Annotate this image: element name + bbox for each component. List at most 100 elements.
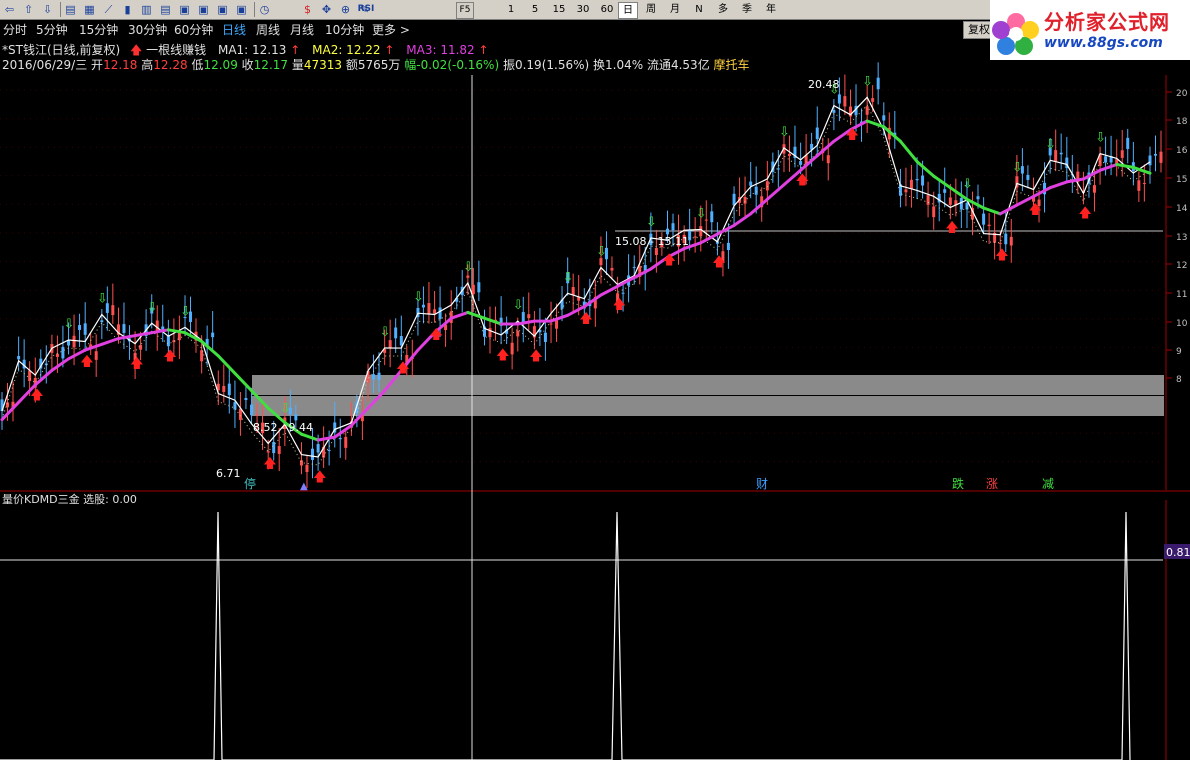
float-value: 流通4.53亿	[646, 58, 710, 72]
candle-body	[915, 178, 919, 181]
calendar-button-4[interactable]: 多	[714, 2, 732, 17]
f11-icon[interactable]: ▣	[196, 2, 211, 17]
sell-arrow-icon: ⇩	[596, 245, 607, 260]
candle-body	[726, 242, 730, 251]
candle-body	[133, 352, 137, 361]
ma-segment	[699, 232, 719, 245]
report-icon[interactable]: ▤	[63, 2, 78, 17]
calendar-button-0[interactable]: 日	[618, 2, 638, 19]
candle-body	[194, 331, 198, 341]
sell-arrow-icon: ⇩	[862, 74, 873, 89]
candle-body	[372, 374, 376, 380]
candle-body	[909, 179, 913, 189]
sub-panel-title: 量价KDMD三金 选股: 0.00	[2, 492, 137, 506]
logo-title: 分析家公式网	[1044, 10, 1170, 34]
period-tab-5[interactable]: 日线	[222, 23, 246, 37]
candle-body	[72, 335, 76, 348]
candle-body	[493, 319, 497, 323]
calendar-button-2[interactable]: 月	[666, 2, 684, 17]
candle-icon[interactable]: ▮	[120, 2, 135, 17]
axis-tick-label: 15	[1176, 175, 1187, 185]
candle-body	[83, 323, 87, 335]
grid-icon[interactable]: ▦	[82, 2, 97, 17]
ma-segment	[732, 212, 753, 227]
candle-body	[704, 219, 708, 221]
period-tab-1[interactable]: 5分钟	[36, 23, 68, 37]
ma-segment	[416, 331, 437, 352]
low-label: 低	[191, 58, 204, 72]
buy-arrow-icon: 🡅	[796, 173, 809, 188]
candle-body	[355, 402, 359, 414]
bars-icon[interactable]: ▥	[139, 2, 154, 17]
candle-body	[693, 236, 697, 238]
buy-arrow-icon: 🡅	[846, 128, 859, 143]
candle-body	[11, 401, 15, 410]
period-tab-8[interactable]: 10分钟	[325, 23, 364, 37]
minute-button-15[interactable]: 15	[550, 2, 568, 17]
candle-body	[310, 448, 314, 460]
ma-segment	[965, 197, 986, 210]
candle-body	[222, 385, 226, 392]
clock-icon[interactable]: ◷	[257, 2, 272, 17]
f12-icon[interactable]: ▣	[215, 2, 230, 17]
sell-arrow-icon: ⇩	[962, 177, 973, 192]
back-icon[interactable]: ⇦	[2, 2, 17, 17]
quote-line: 2016/06/29/三 开12.18 高12.28 低12.09 收12.17…	[2, 58, 750, 72]
ma-segment	[566, 305, 586, 317]
candle-body	[6, 402, 9, 408]
buy-arrow-icon: 🡅	[529, 349, 542, 364]
period-tab-6[interactable]: 周线	[256, 23, 280, 37]
candle-body	[721, 251, 725, 263]
minute-button-1[interactable]: 1	[502, 2, 520, 17]
price-chart[interactable]: 🡅 ⇩ 🡅 ⇩ 🡅 ⇩ 🡅 ⇩ 🡅 ⇩ 🡅 ⇩ 🡅 ⇩ 🡅 ⇩ 🡅 ⇩ 🡅 ⇩ 🡅 ⇩ 🡅 ⇩ 🡅 ⇩ 🡅 ⇩ 🡅 ⇩ 🡅 ⇩ 🡅 ⇩ 🡅 ⇩ 🡅 ⇩ 🡅 ⇩…	[0, 0, 1190, 760]
candle-body	[410, 358, 414, 360]
candle-body	[172, 340, 176, 343]
candle-body	[682, 234, 686, 243]
candle-body	[954, 200, 958, 206]
sell-arrow-icon: ⇩	[829, 83, 840, 98]
ma-segment	[882, 125, 902, 143]
ma-segment	[33, 368, 54, 387]
candle-body	[1059, 152, 1063, 155]
up-icon[interactable]: ⇧	[21, 2, 36, 17]
ma-segment	[283, 421, 303, 436]
move-icon[interactable]: ✥	[319, 2, 334, 17]
candle-body	[854, 105, 858, 116]
ma-segment	[1098, 163, 1119, 172]
ma-segment	[982, 206, 1002, 216]
buy-arrow-icon: 🡅	[613, 298, 626, 313]
event-marker-2: 跌	[952, 476, 964, 491]
event-marker-0: 停	[244, 476, 256, 491]
period-tab-2[interactable]: 15分钟	[79, 23, 118, 37]
zoom-icon[interactable]: ⊕	[338, 2, 353, 17]
candle-body	[1037, 199, 1041, 207]
line-icon[interactable]: ⟋	[101, 2, 116, 17]
table-icon[interactable]: ▤	[158, 2, 173, 17]
f5-button[interactable]: F5	[456, 2, 474, 19]
minute-button-60[interactable]: 60	[598, 2, 616, 17]
sell-arrow-icon: ⇩	[280, 401, 291, 416]
period-tab-7[interactable]: 月线	[290, 23, 314, 37]
minute-button-5[interactable]: 5	[526, 2, 544, 17]
f10b-icon[interactable]: ▣	[234, 2, 249, 17]
dollar-icon[interactable]: $	[300, 2, 315, 17]
minute-button-30[interactable]: 30	[574, 2, 592, 17]
calendar-button-5[interactable]: 季	[738, 2, 756, 17]
period-tab-0[interactable]: 分时	[3, 23, 27, 37]
candle-body	[105, 303, 109, 313]
candle-body	[144, 324, 148, 336]
f10-icon[interactable]: ▣	[177, 2, 192, 17]
sell-arrow-icon: ⇩	[413, 290, 424, 305]
period-tab-9[interactable]: 更多 >	[372, 23, 410, 37]
down-icon[interactable]: ⇩	[40, 2, 55, 17]
calendar-button-3[interactable]: N	[690, 2, 708, 17]
candle-body	[555, 318, 559, 329]
calendar-button-1[interactable]: 周	[642, 2, 660, 17]
event-marker-3: 涨	[986, 476, 998, 491]
candle-body	[882, 115, 886, 121]
rsi-button[interactable]: RSI	[354, 2, 378, 17]
period-tab-3[interactable]: 30分钟	[128, 23, 167, 37]
candle-body	[782, 144, 786, 154]
calendar-button-6[interactable]: 年	[762, 2, 780, 17]
period-tab-4[interactable]: 60分钟	[174, 23, 213, 37]
